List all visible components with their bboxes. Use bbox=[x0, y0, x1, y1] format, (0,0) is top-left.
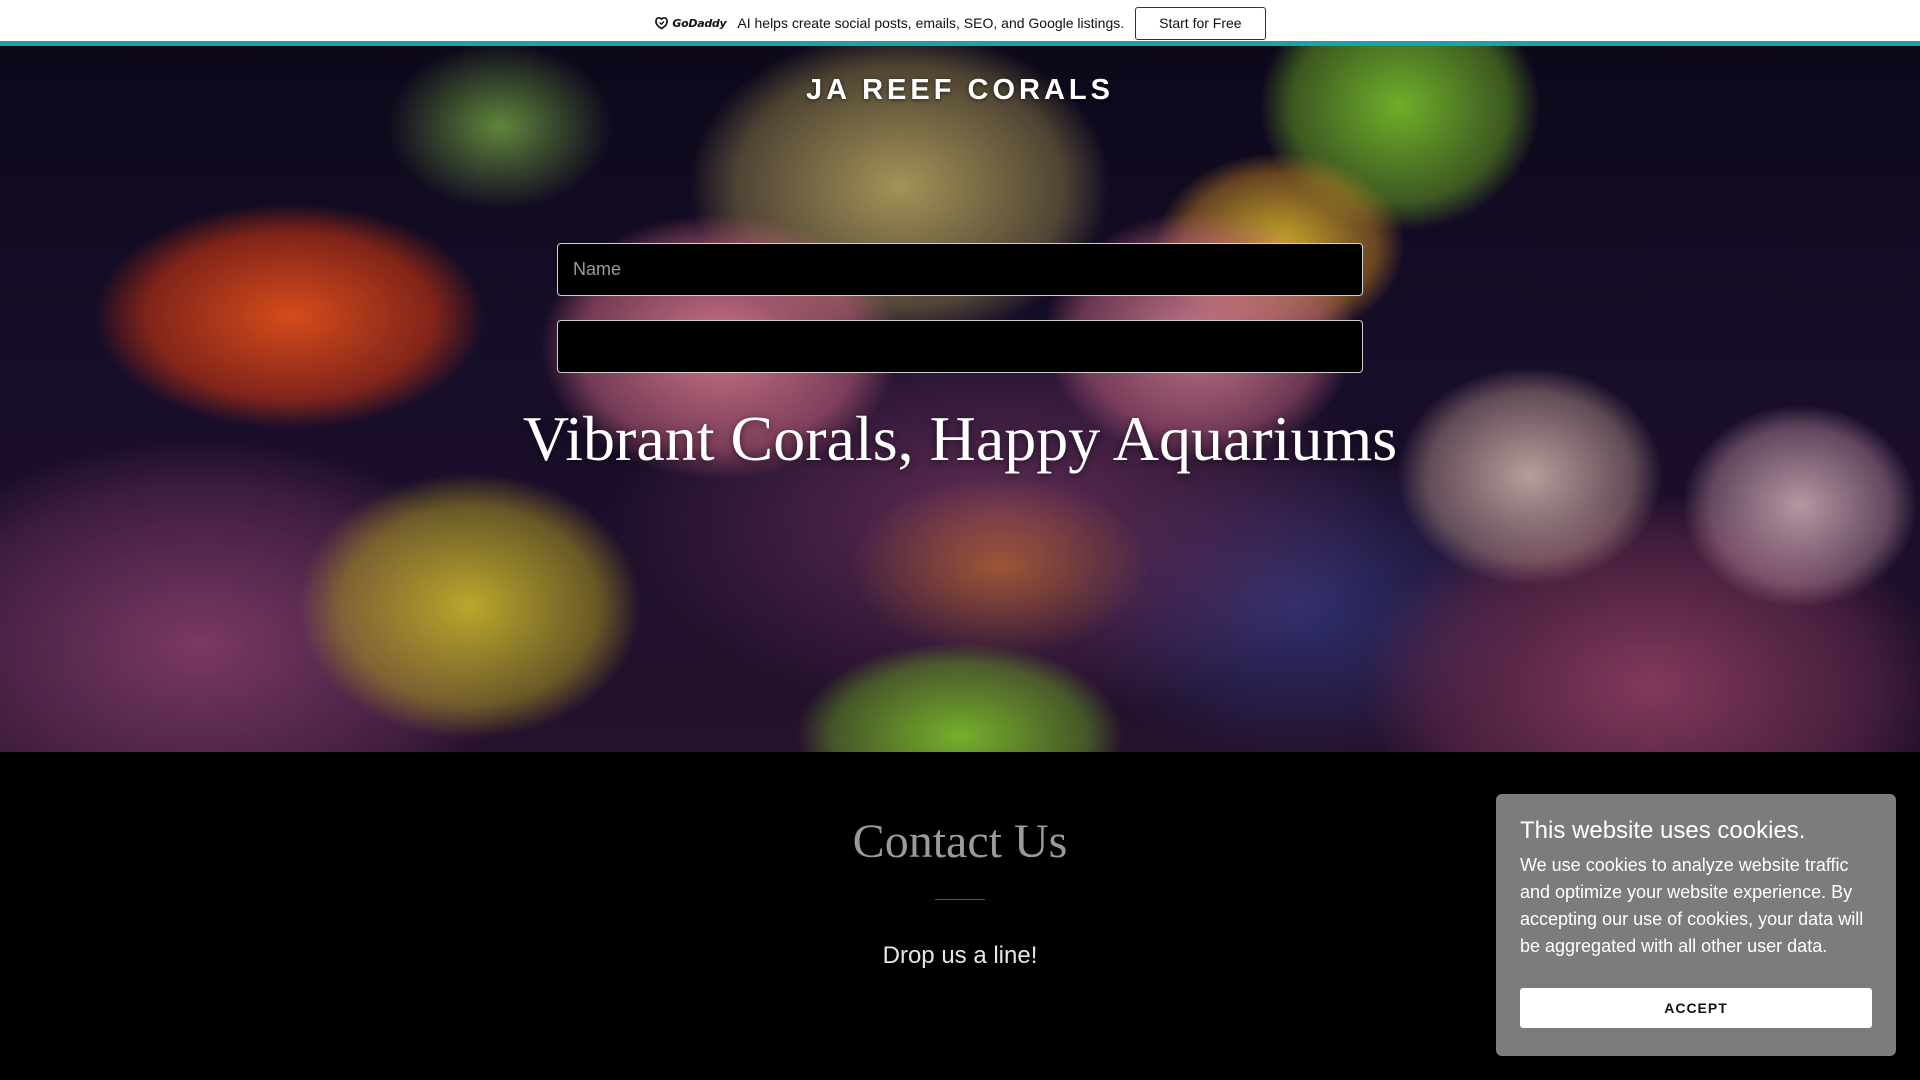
section-divider bbox=[935, 899, 985, 900]
accept-cookies-button[interactable]: ACCEPT bbox=[1520, 988, 1872, 1028]
cookie-title: This website uses cookies. bbox=[1520, 817, 1806, 844]
godaddy-logo[interactable]: GoDaddy bbox=[654, 16, 727, 30]
site-title[interactable]: JA REEF CORALS bbox=[0, 74, 1920, 107]
godaddy-logo-text: GoDaddy bbox=[672, 16, 727, 30]
name-input[interactable] bbox=[557, 243, 1363, 296]
hero-tagline: Vibrant Corals, Happy Aquariums bbox=[522, 403, 1398, 474]
godaddy-logo-icon bbox=[655, 17, 669, 30]
hero-background-image bbox=[0, 46, 1920, 752]
cookie-banner: This website uses cookies. We use cookie… bbox=[1496, 794, 1896, 1056]
start-for-free-button[interactable]: Start for Free bbox=[1135, 6, 1266, 40]
cookie-message: We use cookies to analyze website traffi… bbox=[1520, 855, 1864, 956]
hero-section: JA REEF CORALS Vibrant Corals, Happy Aqu… bbox=[0, 46, 1920, 752]
promo-message: AI helps create social posts, emails, SE… bbox=[737, 15, 1125, 31]
godaddy-promo-bar: GoDaddy AI helps create social posts, em… bbox=[0, 0, 1920, 46]
email-input[interactable] bbox=[557, 320, 1363, 373]
